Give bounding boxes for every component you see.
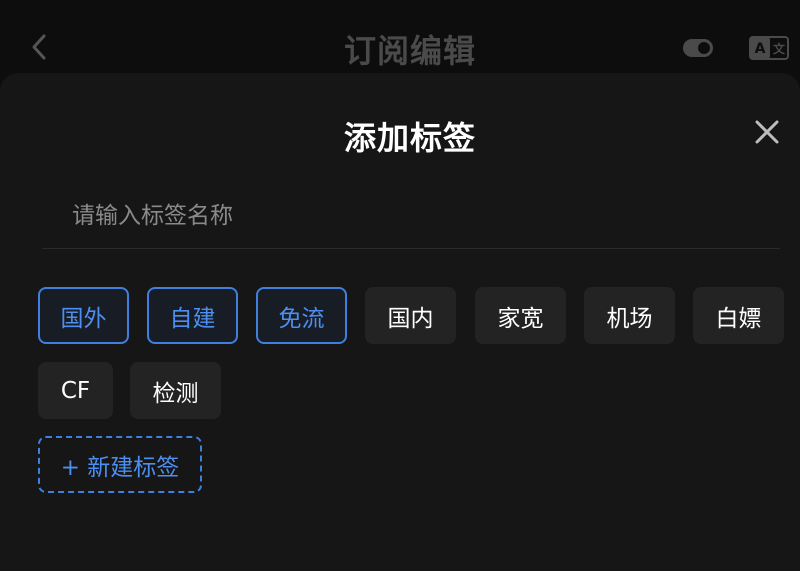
tag-chip-zijian[interactable]: 自建 — [147, 287, 238, 344]
tag-chip-cf[interactable]: CF — [38, 362, 113, 419]
close-icon[interactable] — [750, 115, 784, 149]
tag-chip-guowai[interactable]: 国外 — [38, 287, 129, 344]
tag-chip-jichang[interactable]: 机场 — [584, 287, 675, 344]
svg-text:文: 文 — [773, 41, 786, 56]
tag-chip-mianliu[interactable]: 免流 — [256, 287, 347, 344]
new-tag-button[interactable]: + 新建标签 — [38, 436, 202, 493]
tag-chip-jiance[interactable]: 检测 — [130, 362, 221, 419]
svg-text:A: A — [755, 41, 766, 57]
tag-chip-baipiao[interactable]: 白嫖 — [693, 287, 784, 344]
tag-chip-jiakuan[interactable]: 家宽 — [475, 287, 566, 344]
tag-chip-guonei[interactable]: 国内 — [365, 287, 456, 344]
sheet-title: 添加标签 — [343, 119, 476, 157]
translate-icon[interactable]: A 文 — [749, 36, 789, 60]
toggle-icon[interactable] — [683, 39, 713, 57]
tag-name-input[interactable] — [42, 183, 780, 249]
add-tag-sheet: 添加标签 国外 自建 免流 国内 家宽 机场 白嫖 CF 检测 + 新建标签 — [0, 73, 800, 571]
screen: 订阅编辑 A 文 添加标签 国外 自建 免流 国内 家宽 机场 白嫖 — [0, 0, 800, 571]
background-page-title: 订阅编辑 — [343, 32, 476, 70]
